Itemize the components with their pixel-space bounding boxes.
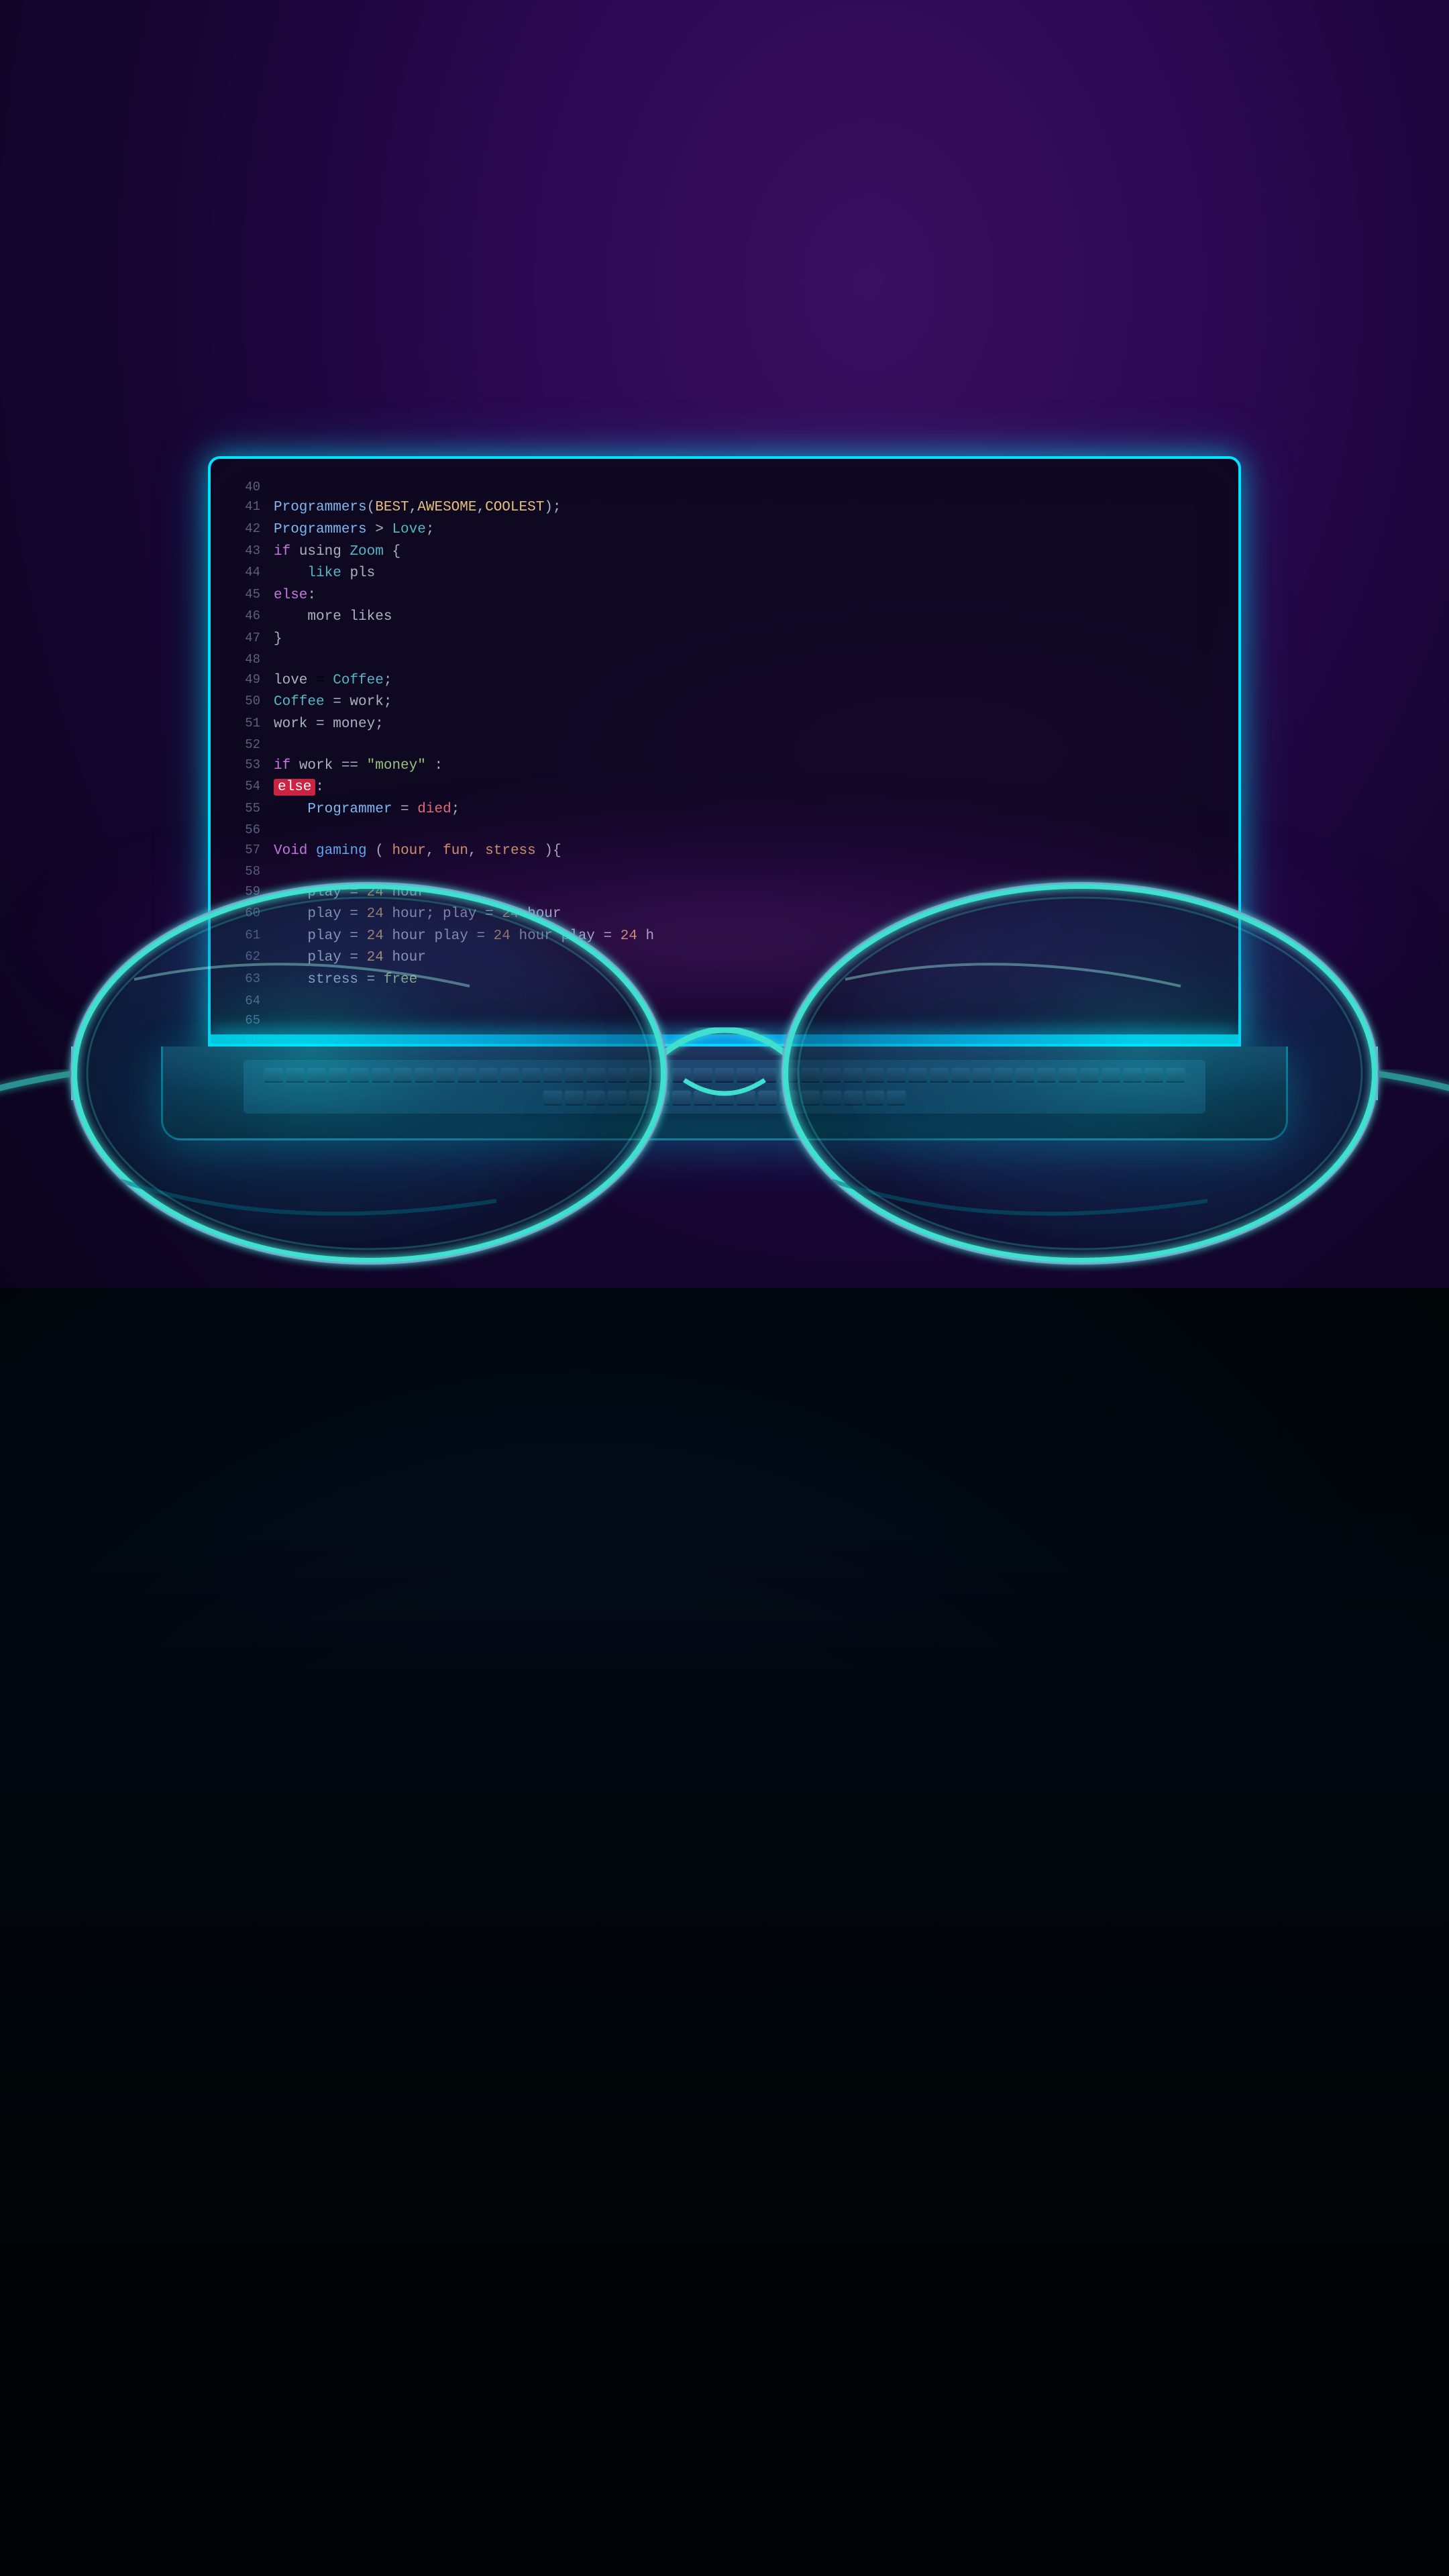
code-line-45: 45 else: bbox=[224, 585, 1225, 607]
code-line-44: 44 like pls bbox=[224, 563, 1225, 585]
left-temple bbox=[0, 1073, 74, 1114]
code-line-51: 51 work = money; bbox=[224, 714, 1225, 736]
code-line-52: 52 bbox=[224, 735, 1225, 755]
code-line-47: 47 } bbox=[224, 629, 1225, 651]
code-line-46: 46 more likes bbox=[224, 606, 1225, 629]
code-line-40: 40 bbox=[224, 478, 1225, 497]
code-line-50: 50 Coffee = work; bbox=[224, 692, 1225, 714]
code-line-53: 53 if work == "money" : bbox=[224, 755, 1225, 777]
code-line-49: 49 love = Coffee; bbox=[224, 670, 1225, 692]
left-lens bbox=[74, 885, 664, 1261]
bottom-shadow bbox=[0, 1503, 1449, 2576]
right-lens bbox=[785, 885, 1375, 1261]
code-line-42: 42 Programmers > Love; bbox=[224, 519, 1225, 541]
right-temple bbox=[1375, 1073, 1449, 1114]
code-line-43: 43 if using Zoom { bbox=[224, 541, 1225, 564]
code-line-41: 41 Programmers(BEST,AWESOME,COOLEST); bbox=[224, 497, 1225, 519]
glasses-svg bbox=[0, 859, 1449, 1328]
bridge-lower bbox=[684, 1080, 765, 1093]
bridge bbox=[664, 1030, 785, 1053]
code-line-54: 54 else: bbox=[224, 777, 1225, 799]
glasses-wrapper bbox=[0, 859, 1449, 1332]
code-line-48: 48 bbox=[224, 650, 1225, 669]
